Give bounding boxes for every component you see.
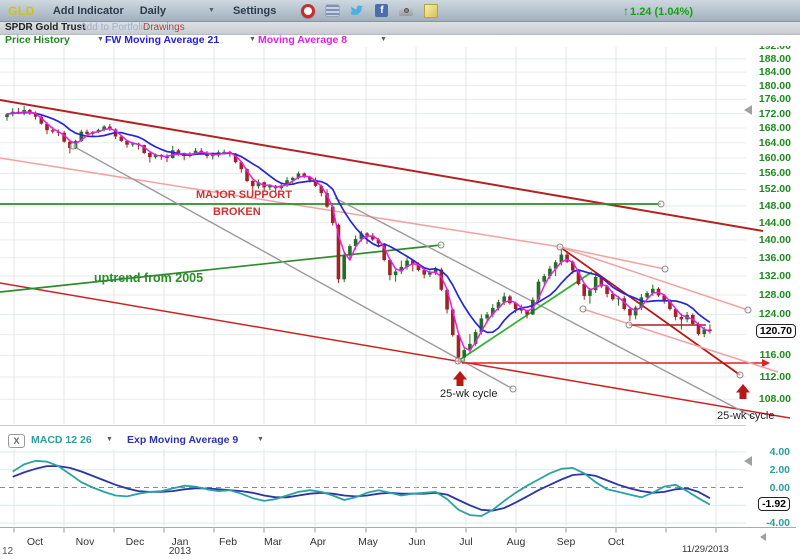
chevron-down-icon[interactable] [249, 36, 256, 43]
x-axis-month-label: Oct [27, 536, 43, 548]
end-date-label: 11/29/2013 [682, 544, 729, 555]
price-axis-label: 128.00 [759, 289, 791, 301]
last-price-badge: 120.70 [756, 324, 796, 338]
x-axis-month-label: Jun [409, 536, 426, 548]
add-indicator-button[interactable]: Add Indicator [53, 5, 124, 17]
price-axis-label: 136.00 [759, 252, 791, 264]
interval-dropdown[interactable]: Daily [140, 5, 215, 17]
x-axis-month-label: Dec [126, 536, 145, 548]
annotation-major-support: MAJOR SUPPORT [196, 189, 292, 201]
x-axis-month-label: May [358, 536, 378, 548]
annotation-uptrend: uptrend from 2005 [94, 271, 203, 285]
charting-app-window: GLD Add Indicator Daily Settings ↑1.24 (… [0, 0, 800, 559]
price-axis-label: 176.00 [759, 93, 791, 105]
toolbar-icons [290, 4, 438, 18]
price-axis-label: 188.00 [759, 53, 791, 65]
price-axis-label: 148.00 [759, 200, 791, 212]
macd-value-badge: -1.92 [758, 497, 790, 511]
price-axis-label: 144.00 [759, 217, 791, 229]
price-axis-label: 108.00 [759, 393, 791, 405]
close-macd-button[interactable]: X [8, 434, 25, 448]
drawings-menu[interactable]: Drawings [143, 22, 185, 34]
up-arrow-icon: ↑ [623, 4, 629, 18]
symbol-label[interactable]: GLD [8, 4, 35, 18]
twitter-icon[interactable] [350, 5, 364, 17]
change-value: 1.24 (1.04%) [630, 6, 693, 18]
price-change: ↑1.24 (1.04%) [623, 4, 693, 18]
security-name: SPDR Gold Trust [5, 22, 86, 34]
x-axis-month-label: Aug [507, 536, 526, 548]
price-axis-label: 184.00 [759, 66, 791, 78]
price-axis-label: 160.00 [759, 152, 791, 164]
price-axis-label: 180.00 [759, 80, 791, 92]
note-icon[interactable] [424, 4, 438, 18]
price-axis-label: 124.00 [759, 308, 791, 320]
chevron-down-icon [208, 7, 215, 14]
ema-dropdown[interactable]: Exp Moving Average 9 [127, 434, 238, 446]
price-axis-label: 156.00 [759, 167, 791, 179]
macd-axis-label: 2.00 [770, 464, 790, 476]
chevron-down-icon[interactable] [97, 36, 104, 43]
x-axis-month-label: Sep [557, 536, 576, 548]
year-label-left: 12 [2, 546, 13, 557]
price-axis-label: 132.00 [759, 270, 791, 282]
settings-button[interactable]: Settings [233, 5, 276, 17]
macd-axis-label: 0.00 [770, 482, 790, 494]
x-axis-month-label: Oct [608, 536, 624, 548]
coins-icon[interactable] [326, 5, 339, 16]
indicator-row: Price History FW Moving Average 21 Movin… [0, 35, 800, 46]
macd-axis-label: -4.00 [766, 517, 790, 529]
ma8-dropdown[interactable]: Moving Average 8 [258, 34, 347, 46]
x-axis-month-label: Jul [459, 536, 472, 548]
chevron-down-icon[interactable] [380, 36, 387, 43]
annotation-cycle-left: 25-wk cycle [440, 388, 497, 400]
alarm-icon[interactable] [301, 4, 315, 18]
x-axis-month-label: Apr [310, 536, 326, 548]
interval-value: Daily [140, 5, 166, 17]
price-history-dropdown[interactable]: Price History [5, 34, 70, 46]
price-axis-label: 112.00 [759, 371, 791, 383]
chevron-down-icon[interactable] [106, 436, 113, 443]
price-axis-label: 164.00 [759, 137, 791, 149]
price-axis-label: 152.00 [759, 183, 791, 195]
annotation-broken: BROKEN [213, 206, 261, 218]
price-axis-label: 116.00 [759, 349, 791, 361]
chevron-down-icon[interactable] [257, 436, 264, 443]
x-axis-month-label: Feb [219, 536, 237, 548]
x-axis-month-label: Mar [264, 536, 282, 548]
facebook-icon[interactable] [375, 4, 388, 17]
price-axis-label: 140.00 [759, 234, 791, 246]
camera-icon[interactable] [399, 6, 413, 16]
macd-dropdown[interactable]: MACD 12 26 [31, 434, 92, 446]
price-axis-label: 172.00 [759, 108, 791, 120]
macd-header: X MACD 12 26 Exp Moving Average 9 [0, 434, 800, 448]
x-axis-month-label: Jan [172, 536, 189, 548]
ma21-dropdown[interactable]: FW Moving Average 21 [105, 34, 219, 46]
x-axis-month-label: Nov [76, 536, 95, 548]
price-axis-label: 168.00 [759, 122, 791, 134]
annotation-cycle-right: 25-wk cycle [717, 410, 774, 422]
add-to-portfolio-link[interactable]: Add to Portfolio [80, 22, 148, 34]
